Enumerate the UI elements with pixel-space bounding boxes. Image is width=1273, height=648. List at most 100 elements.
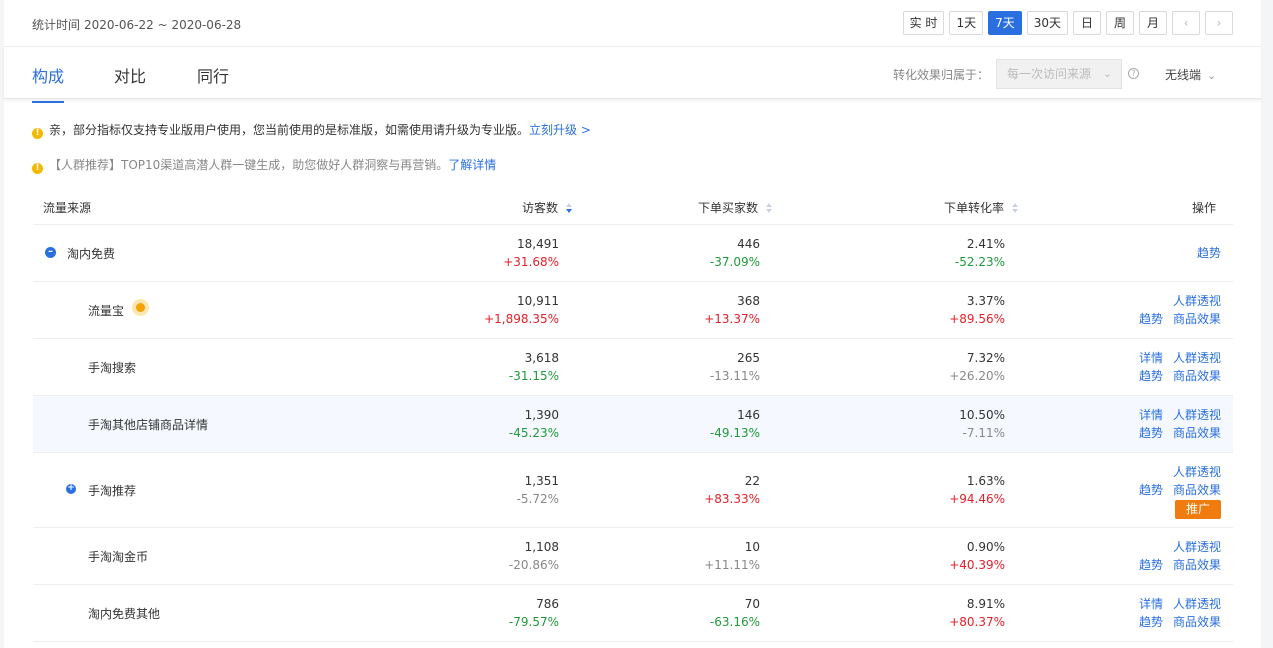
detail-link[interactable]: 详情 — [1139, 351, 1163, 365]
buyers-value: 70 — [744, 597, 760, 611]
visitors-change: -31.15% — [508, 369, 559, 383]
header-buyers[interactable]: 下单买家数 — [698, 199, 773, 216]
collapse-icon[interactable]: – — [45, 247, 56, 258]
range-button-realtime[interactable]: 实 时 — [902, 11, 945, 35]
trend-link[interactable]: 趋势 — [1139, 615, 1163, 629]
header-buyers-label: 下单买家数 — [698, 201, 759, 215]
visitors-value: 1,351 — [524, 474, 559, 488]
header-operations: 操作 — [1191, 201, 1216, 215]
product-effect-link[interactable]: 商品效果 — [1173, 312, 1221, 326]
chevron-right-icon[interactable]: › — [1205, 11, 1233, 35]
source-name: 手淘推荐 — [88, 484, 137, 498]
rate-cell: 2.41% -52.23% — [955, 235, 1005, 271]
chevron-down-icon: ⌄ — [1102, 67, 1112, 80]
top-bar: 统计时间 2020-06-22 ~ 2020-06-28 实 时 1天 7天 30… — [4, 0, 1261, 47]
sort-icon[interactable] — [766, 203, 773, 214]
table-row: 淘内免费其他 786 -79.57% 70 -63.16% 8.91% +80.37%… — [33, 585, 1233, 642]
rate-value: 7.32% — [966, 351, 1005, 365]
product-effect-link[interactable]: 商品效果 — [1173, 483, 1221, 497]
question-circle-icon[interactable]: ? — [1128, 68, 1139, 79]
buyers-change: -13.11% — [709, 369, 760, 383]
promote-button[interactable]: 推广 — [1175, 500, 1221, 519]
visitors-value: 3,618 — [524, 351, 559, 365]
learn-more-link[interactable]: 了解详情 — [448, 158, 496, 172]
visitors-change: -5.72% — [516, 492, 559, 506]
audience-insight-link[interactable]: 人群透视 — [1173, 597, 1221, 611]
tab-composition[interactable]: 构成 — [32, 63, 65, 103]
buyers-cell: 70 -63.16% — [710, 595, 760, 631]
visitors-cell: 18,491 +31.68% — [503, 235, 559, 271]
rate-cell: 7.32% +26.20% — [949, 349, 1005, 385]
audience-notice-text: 【人群推荐】TOP10渠道高潜人群一键生成，助您做好人群洞察与再营销。 — [49, 158, 449, 172]
trend-link[interactable]: 趋势 — [1139, 558, 1163, 572]
product-effect-link[interactable]: 商品效果 — [1173, 615, 1221, 629]
rate-cell: 1.63% +94.46% — [949, 472, 1005, 508]
device-select[interactable]: 无线端 ⌄ — [1165, 66, 1216, 83]
source-name: 手淘搜索 — [88, 361, 137, 375]
rate-cell: 8.91% +80.37% — [949, 595, 1005, 631]
range-button-group: 实 时 1天 7天 30天 日 周 月 ‹ › — [902, 11, 1233, 35]
audience-insight-link[interactable]: 人群透视 — [1173, 294, 1221, 308]
audience-insight-link[interactable]: 人群透视 — [1173, 351, 1221, 365]
buyers-cell: 368 +13.37% — [704, 292, 760, 328]
visitors-value: 1,108 — [524, 540, 559, 554]
upgrade-now-link[interactable]: 立刻升级 > — [529, 123, 591, 137]
buyers-cell: 22 +83.33% — [704, 472, 760, 508]
buyers-value: 368 — [737, 294, 760, 308]
trend-link[interactable]: 趋势 — [1139, 369, 1163, 383]
table-row: 手淘搜索 3,618 -31.15% 265 -13.11% 7.32% +26.20… — [33, 339, 1233, 396]
row-operations: 详情 人群透视 趋势 商品效果 — [1129, 406, 1221, 442]
rate-change: -7.11% — [962, 426, 1005, 440]
range-button-week[interactable]: 周 — [1106, 11, 1134, 35]
range-button-30day[interactable]: 30天 — [1026, 11, 1068, 35]
rate-value: 1.63% — [966, 474, 1005, 488]
trend-link[interactable]: 趋势 — [1139, 483, 1163, 497]
sort-icon[interactable] — [1012, 203, 1019, 214]
rate-change: +89.56% — [949, 312, 1005, 326]
header-visitors[interactable]: 访客数 — [522, 199, 573, 216]
warning-icon: ! — [32, 128, 43, 139]
table-row: + 手淘推荐 1,351 -5.72% 22 +83.33% 1.63% +94.46… — [33, 453, 1233, 528]
chevron-left-icon[interactable]: ‹ — [1172, 11, 1200, 35]
range-button-day[interactable]: 日 — [1073, 11, 1101, 35]
trend-link[interactable]: 趋势 — [1197, 246, 1221, 260]
conversion-attribution-label: 转化效果归属于： — [893, 68, 990, 82]
upgrade-notice-text: 亲，部分指标仅支持专业版用户使用，您当前使用的是标准版，如需使用请升级为专业版。 — [49, 123, 530, 137]
expand-icon[interactable]: + — [66, 484, 76, 494]
audience-insight-link[interactable]: 人群透视 — [1173, 465, 1221, 479]
sort-desc-icon[interactable] — [566, 203, 573, 214]
conversion-attribution-value: 每一次访问来源 — [1007, 67, 1092, 81]
trend-link[interactable]: 趋势 — [1139, 426, 1163, 440]
upgrade-notice: ! 亲，部分指标仅支持专业版用户使用，您当前使用的是标准版，如需使用请升级为专业版… — [32, 121, 591, 139]
visitors-change: -20.86% — [508, 558, 559, 572]
product-effect-link[interactable]: 商品效果 — [1173, 558, 1221, 572]
audience-insight-link[interactable]: 人群透视 — [1173, 408, 1221, 422]
visitors-cell: 1,390 -45.23% — [509, 406, 559, 442]
header-visitors-label: 访客数 — [522, 201, 559, 215]
audience-notice: ! 【人群推荐】TOP10渠道高潜人群一键生成，助您做好人群洞察与再营销。了解详情 — [32, 156, 496, 174]
source-name: 淘内免费 — [67, 247, 116, 261]
buyers-cell: 446 -37.09% — [710, 235, 760, 271]
visitors-cell: 1,351 -5.72% — [517, 472, 559, 508]
audience-insight-link[interactable]: 人群透视 — [1173, 540, 1221, 554]
product-effect-link[interactable]: 商品效果 — [1173, 426, 1221, 440]
tab-compare[interactable]: 对比 — [114, 63, 146, 87]
header-conversion-rate[interactable]: 下单转化率 — [944, 199, 1019, 216]
rate-change: +80.37% — [949, 615, 1005, 629]
visitors-cell: 3,618 -31.15% — [509, 349, 559, 385]
traffic-source-panel: 统计时间 2020-06-22 ~ 2020-06-28 实 时 1天 7天 30… — [4, 0, 1261, 648]
range-button-month[interactable]: 月 — [1139, 11, 1167, 35]
product-effect-link[interactable]: 商品效果 — [1173, 369, 1221, 383]
trend-link[interactable]: 趋势 — [1139, 312, 1163, 326]
row-operations: 趋势 — [1187, 244, 1221, 262]
range-button-1day[interactable]: 1天 — [949, 11, 984, 35]
buyers-change: -63.16% — [709, 615, 760, 629]
detail-link[interactable]: 详情 — [1139, 408, 1163, 422]
range-button-7day[interactable]: 7天 — [988, 11, 1022, 35]
detail-link[interactable]: 详情 — [1139, 597, 1163, 611]
buyers-value: 265 — [737, 351, 760, 365]
rate-value: 10.50% — [959, 408, 1005, 422]
tabs-row: 构成 对比 同行 转化效果归属于： 每一次访问来源 ⌄ ? 无线端 ⌄ — [4, 47, 1261, 103]
table-row: 流量宝 10,911 +1,898.35% 368 +13.37% 3.37% +89… — [33, 282, 1233, 339]
tab-peers[interactable]: 同行 — [197, 63, 229, 87]
